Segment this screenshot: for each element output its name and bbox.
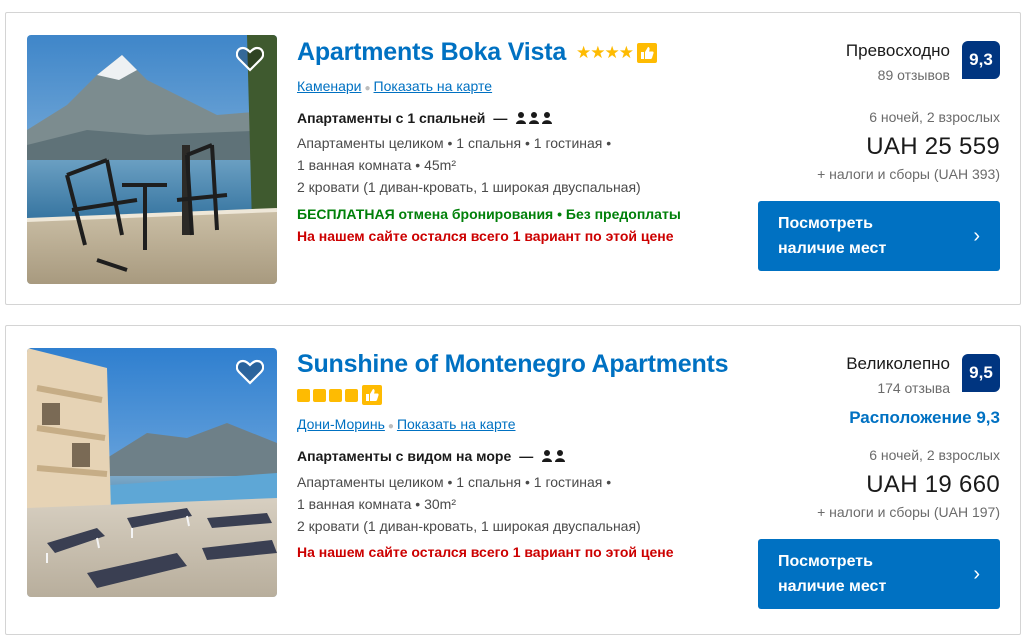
rating-row <box>297 385 382 405</box>
rating-square <box>345 388 358 402</box>
unit-type-label: Апартаменты с видом на море <box>297 448 512 464</box>
separator-dot: ● <box>387 421 394 432</box>
unit-type: Апартаменты с видом на море — <box>297 448 567 464</box>
star-rating: ★★★★ <box>576 42 634 62</box>
property-photo[interactable] <box>27 35 277 284</box>
location-links: Дони-Моринь ● Показать на карте <box>297 416 516 432</box>
rating-square <box>329 388 342 402</box>
review-score-badge[interactable]: 9,3 <box>962 41 1000 79</box>
desc-line: 2 кровати (1 диван-кровать, 1 широкая дв… <box>297 518 641 534</box>
desc-line: 1 ванная комната • 45m² <box>297 157 456 173</box>
see-availability-button[interactable]: Посмотреть наличие мест › <box>758 201 1000 271</box>
review-count: 174 отзыва <box>877 380 950 396</box>
unit-description: Апартаменты целиком • 1 спальня • 1 гост… <box>297 132 641 198</box>
rating-square <box>297 388 310 402</box>
stay-details: 6 ночей, 2 взрослых <box>869 447 1000 463</box>
review-count: 89 отзывов <box>877 67 950 83</box>
see-availability-button[interactable]: Посмотреть наличие мест › <box>758 539 1000 609</box>
unit-type: Апартаменты с 1 спальней — <box>297 110 553 126</box>
chevron-right-icon: › <box>973 224 980 247</box>
availability-note: На нашем сайте остался всего 1 вариант п… <box>297 544 674 560</box>
property-card: Sunshine of Montenegro Apartments Дони-М… <box>5 325 1021 635</box>
desc-line: 2 кровати (1 диван-кровать, 1 широкая дв… <box>297 179 641 195</box>
property-title[interactable]: Sunshine of Montenegro Apartments <box>297 350 729 379</box>
price: UAH 19 660 <box>866 471 1000 498</box>
property-title[interactable]: Apartments Boka Vista <box>297 38 566 67</box>
desc-line: 1 ванная комната • 30m² <box>297 496 456 512</box>
location-link[interactable]: Каменари <box>297 78 361 94</box>
unit-dash: — <box>519 448 534 464</box>
desc-line: Апартаменты целиком • 1 спальня • 1 гост… <box>297 474 612 490</box>
property-photo[interactable] <box>27 348 277 597</box>
rating-squares <box>297 388 358 402</box>
rating-square <box>313 388 326 402</box>
review-score-word: Великолепно <box>846 354 950 373</box>
heart-icon <box>236 359 264 385</box>
review-score-badge[interactable]: 9,5 <box>962 354 1000 392</box>
price: UAH 25 559 <box>866 133 1000 160</box>
desc-line: Апартаменты целиком • 1 спальня • 1 гост… <box>297 135 612 151</box>
occupancy-icon <box>542 450 566 462</box>
preferred-thumb-icon <box>637 42 658 63</box>
free-cancellation-note: БЕСПЛАТНАЯ отмена бронирования • Без пре… <box>297 206 681 222</box>
unit-dash: — <box>493 110 508 126</box>
availability-note: На нашем сайте остался всего 1 вариант п… <box>297 228 674 244</box>
occupancy-icon <box>516 112 553 124</box>
save-heart-button[interactable] <box>235 45 265 73</box>
preferred-thumb-icon <box>362 385 382 405</box>
taxes-note: + налоги и сборы (UAH 393) <box>817 166 1000 182</box>
see-availability-label: Посмотреть наличие мест <box>778 553 887 595</box>
title-row: Apartments Boka Vista ★★★★ <box>297 38 658 67</box>
chevron-right-icon: › <box>973 562 980 585</box>
property-card: Apartments Boka Vista ★★★★ Каменари ● Пока… <box>5 12 1021 305</box>
unit-type-label: Апартаменты с 1 спальней <box>297 110 486 126</box>
location-score: Расположение 9,3 <box>849 408 1000 427</box>
location-link[interactable]: Дони-Моринь <box>297 416 385 432</box>
see-availability-label: Посмотреть наличие мест <box>778 215 887 257</box>
save-heart-button[interactable] <box>235 358 265 386</box>
show-on-map-link[interactable]: Показать на карте <box>374 78 493 94</box>
unit-description: Апартаменты целиком • 1 спальня • 1 гост… <box>297 471 641 537</box>
show-on-map-link[interactable]: Показать на карте <box>397 416 516 432</box>
review-score-word: Превосходно <box>845 41 950 60</box>
stay-details: 6 ночей, 2 взрослых <box>869 109 1000 125</box>
taxes-note: + налоги и сборы (UAH 197) <box>817 504 1000 520</box>
separator-dot: ● <box>364 83 371 94</box>
location-links: Каменари ● Показать на карте <box>297 78 492 94</box>
heart-icon <box>236 46 264 72</box>
